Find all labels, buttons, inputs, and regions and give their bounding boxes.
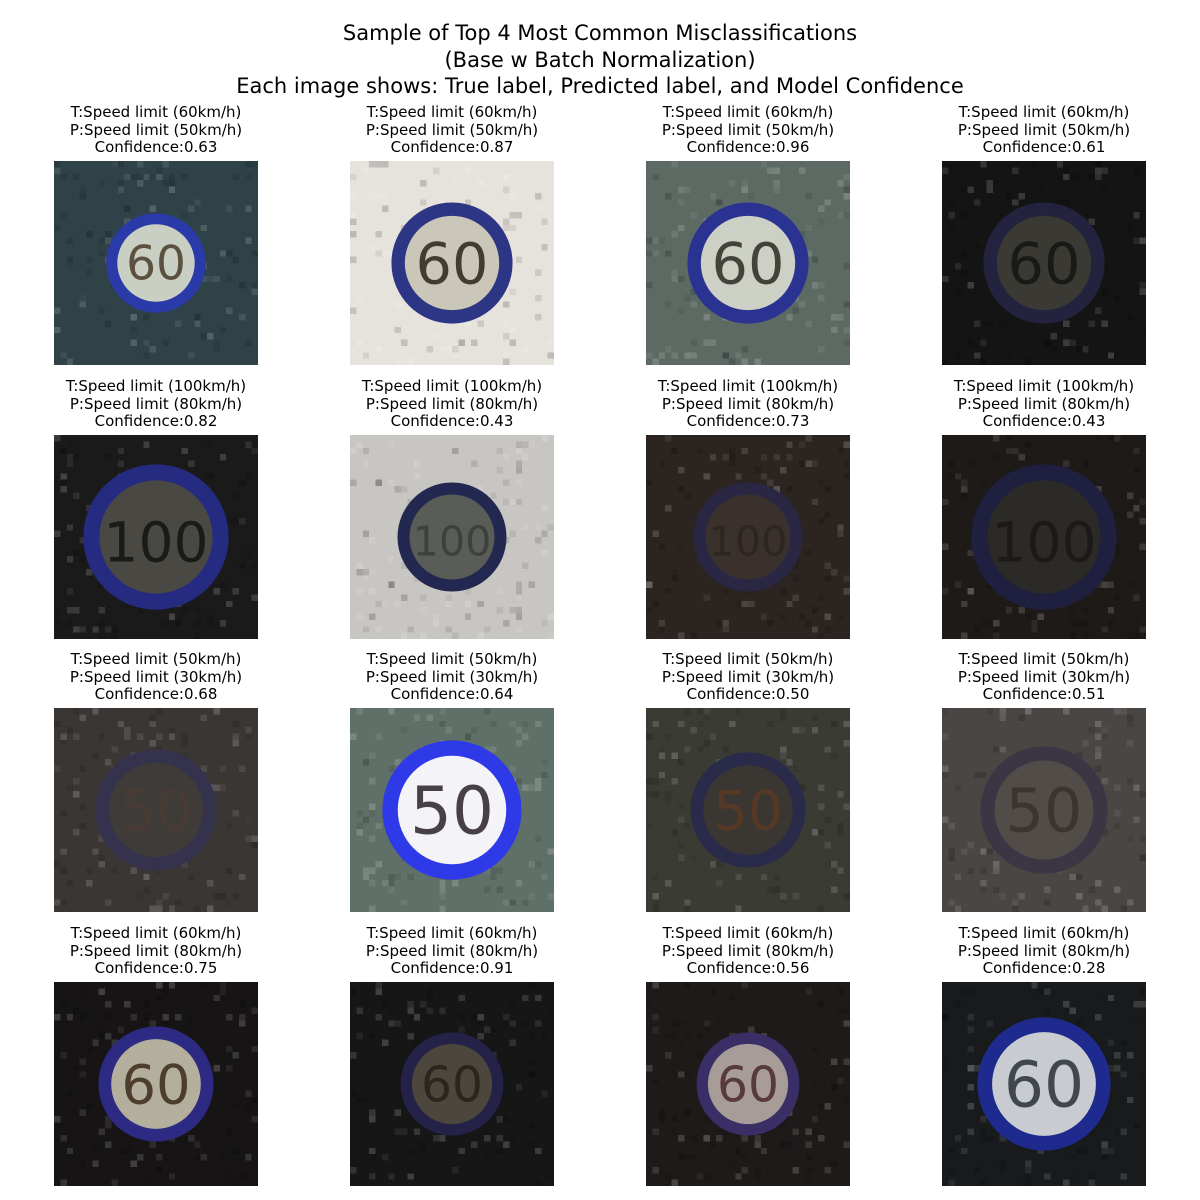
predicted-label: P:Speed limit (30km/h) xyxy=(365,667,539,686)
confidence-label: Confidence:0.51 xyxy=(982,685,1106,703)
true-label: T:Speed limit (60km/h) xyxy=(958,924,1130,942)
true-label: T:Speed limit (100km/h) xyxy=(361,377,543,395)
predicted-label: P:Speed limit (50km/h) xyxy=(661,120,835,139)
panel-caption: T:Speed limit (60km/h) P:Speed limit (50k… xyxy=(586,103,910,157)
panel-caption: T:Speed limit (50km/h) P:Speed limit (30k… xyxy=(290,650,614,704)
panel-caption: T:Speed limit (60km/h) P:Speed limit (80k… xyxy=(0,924,318,978)
true-label: T:Speed limit (60km/h) xyxy=(662,103,834,121)
sign-number: 60 xyxy=(1008,230,1081,297)
predicted-label: P:Speed limit (80km/h) xyxy=(69,394,243,413)
true-label: T:Speed limit (50km/h) xyxy=(70,650,242,668)
panel-caption: T:Speed limit (60km/h) P:Speed limit (50k… xyxy=(0,103,318,157)
sign-number: 50 xyxy=(1006,776,1083,846)
predicted-label: P:Speed limit (80km/h) xyxy=(365,394,539,413)
sign-thumbnail: 60 xyxy=(54,161,258,365)
confidence-label: Confidence:0.82 xyxy=(94,412,218,430)
true-label: T:Speed limit (60km/h) xyxy=(662,924,834,942)
predicted-label: P:Speed limit (80km/h) xyxy=(661,394,835,413)
confidence-label: Confidence:0.87 xyxy=(390,138,514,156)
panel-caption: T:Speed limit (100km/h) P:Speed limit (80… xyxy=(290,377,614,431)
sign-thumbnail: 60 xyxy=(646,161,850,365)
panel-caption: T:Speed limit (60km/h) P:Speed limit (80k… xyxy=(290,924,614,978)
sign-thumbnail: 60 xyxy=(942,161,1146,365)
sign-thumbnail: 60 xyxy=(54,982,258,1186)
sign-number: 50 xyxy=(120,777,193,844)
sign-thumbnail: 50 xyxy=(350,708,554,912)
predicted-label: P:Speed limit (50km/h) xyxy=(957,120,1131,139)
sign-number: 60 xyxy=(126,237,186,292)
confidence-label: Confidence:0.68 xyxy=(94,685,218,703)
sign-number: 100 xyxy=(103,510,208,574)
panel-caption: T:Speed limit (60km/h) P:Speed limit (80k… xyxy=(882,924,1200,978)
true-label: T:Speed limit (60km/h) xyxy=(70,924,242,942)
confidence-label: Confidence:0.43 xyxy=(390,412,514,430)
confidence-label: Confidence:0.50 xyxy=(686,685,810,703)
predicted-label: P:Speed limit (30km/h) xyxy=(69,667,243,686)
predicted-label: P:Speed limit (80km/h) xyxy=(661,941,835,960)
sign-thumbnail: 60 xyxy=(942,982,1146,1186)
true-label: T:Speed limit (60km/h) xyxy=(366,103,538,121)
sign-number: 100 xyxy=(709,517,788,565)
sign-thumbnail: 100 xyxy=(942,435,1146,639)
true-label: T:Speed limit (50km/h) xyxy=(366,650,538,668)
confidence-label: Confidence:0.64 xyxy=(390,685,514,703)
sign-thumbnail: 60 xyxy=(646,982,850,1186)
predicted-label: P:Speed limit (50km/h) xyxy=(69,120,243,139)
predicted-label: P:Speed limit (80km/h) xyxy=(957,394,1131,413)
confidence-label: Confidence:0.96 xyxy=(686,138,810,156)
panel-caption: T:Speed limit (50km/h) P:Speed limit (30k… xyxy=(882,650,1200,704)
sign-number: 60 xyxy=(121,1052,190,1116)
panel-caption: T:Speed limit (60km/h) P:Speed limit (50k… xyxy=(882,103,1200,157)
sign-number: 60 xyxy=(416,230,489,297)
sign-thumbnail: 100 xyxy=(54,435,258,639)
sign-thumbnail: 50 xyxy=(646,708,850,912)
sign-thumbnail: 50 xyxy=(54,708,258,912)
sign-thumbnail: 100 xyxy=(350,435,554,639)
panel-caption: T:Speed limit (60km/h) P:Speed limit (80k… xyxy=(586,924,910,978)
sign-number: 60 xyxy=(712,230,785,297)
confidence-label: Confidence:0.63 xyxy=(94,138,218,156)
panel-caption: T:Speed limit (60km/h) P:Speed limit (50k… xyxy=(290,103,614,157)
sign-thumbnail: 60 xyxy=(350,161,554,365)
true-label: T:Speed limit (60km/h) xyxy=(70,103,242,121)
panel-caption: T:Speed limit (50km/h) P:Speed limit (30k… xyxy=(586,650,910,704)
predicted-label: P:Speed limit (80km/h) xyxy=(69,941,243,960)
confidence-label: Confidence:0.43 xyxy=(982,412,1106,430)
misclassification-grid: T:Speed limit (60km/h) P:Speed limit (50k… xyxy=(0,0,1200,1200)
sign-number: 50 xyxy=(410,772,494,849)
true-label: T:Speed limit (100km/h) xyxy=(657,377,839,395)
panel-caption: T:Speed limit (100km/h) P:Speed limit (80… xyxy=(0,377,318,431)
confidence-label: Confidence:0.61 xyxy=(982,138,1106,156)
sign-number: 60 xyxy=(1004,1047,1084,1121)
sign-thumbnail: 100 xyxy=(646,435,850,639)
confidence-label: Confidence:0.28 xyxy=(982,959,1106,977)
sign-number: 60 xyxy=(421,1057,483,1113)
true-label: T:Speed limit (60km/h) xyxy=(366,924,538,942)
confidence-label: Confidence:0.75 xyxy=(94,959,218,977)
panel-caption: T:Speed limit (100km/h) P:Speed limit (80… xyxy=(882,377,1200,431)
predicted-label: P:Speed limit (30km/h) xyxy=(661,667,835,686)
sign-number: 60 xyxy=(717,1057,779,1113)
sign-number: 50 xyxy=(713,778,782,842)
sign-number: 100 xyxy=(413,517,492,565)
sign-thumbnail: 60 xyxy=(350,982,554,1186)
confidence-label: Confidence:0.91 xyxy=(390,959,514,977)
confidence-label: Confidence:0.56 xyxy=(686,959,810,977)
predicted-label: P:Speed limit (50km/h) xyxy=(365,120,539,139)
confidence-label: Confidence:0.73 xyxy=(686,412,810,430)
sign-number: 100 xyxy=(991,510,1096,574)
true-label: T:Speed limit (50km/h) xyxy=(662,650,834,668)
true-label: T:Speed limit (100km/h) xyxy=(953,377,1135,395)
sign-thumbnail: 50 xyxy=(942,708,1146,912)
predicted-label: P:Speed limit (80km/h) xyxy=(365,941,539,960)
true-label: T:Speed limit (100km/h) xyxy=(65,377,247,395)
panel-caption: T:Speed limit (100km/h) P:Speed limit (80… xyxy=(586,377,910,431)
predicted-label: P:Speed limit (80km/h) xyxy=(957,941,1131,960)
predicted-label: P:Speed limit (30km/h) xyxy=(957,667,1131,686)
true-label: T:Speed limit (60km/h) xyxy=(958,103,1130,121)
panel-caption: T:Speed limit (50km/h) P:Speed limit (30k… xyxy=(0,650,318,704)
true-label: T:Speed limit (50km/h) xyxy=(958,650,1130,668)
